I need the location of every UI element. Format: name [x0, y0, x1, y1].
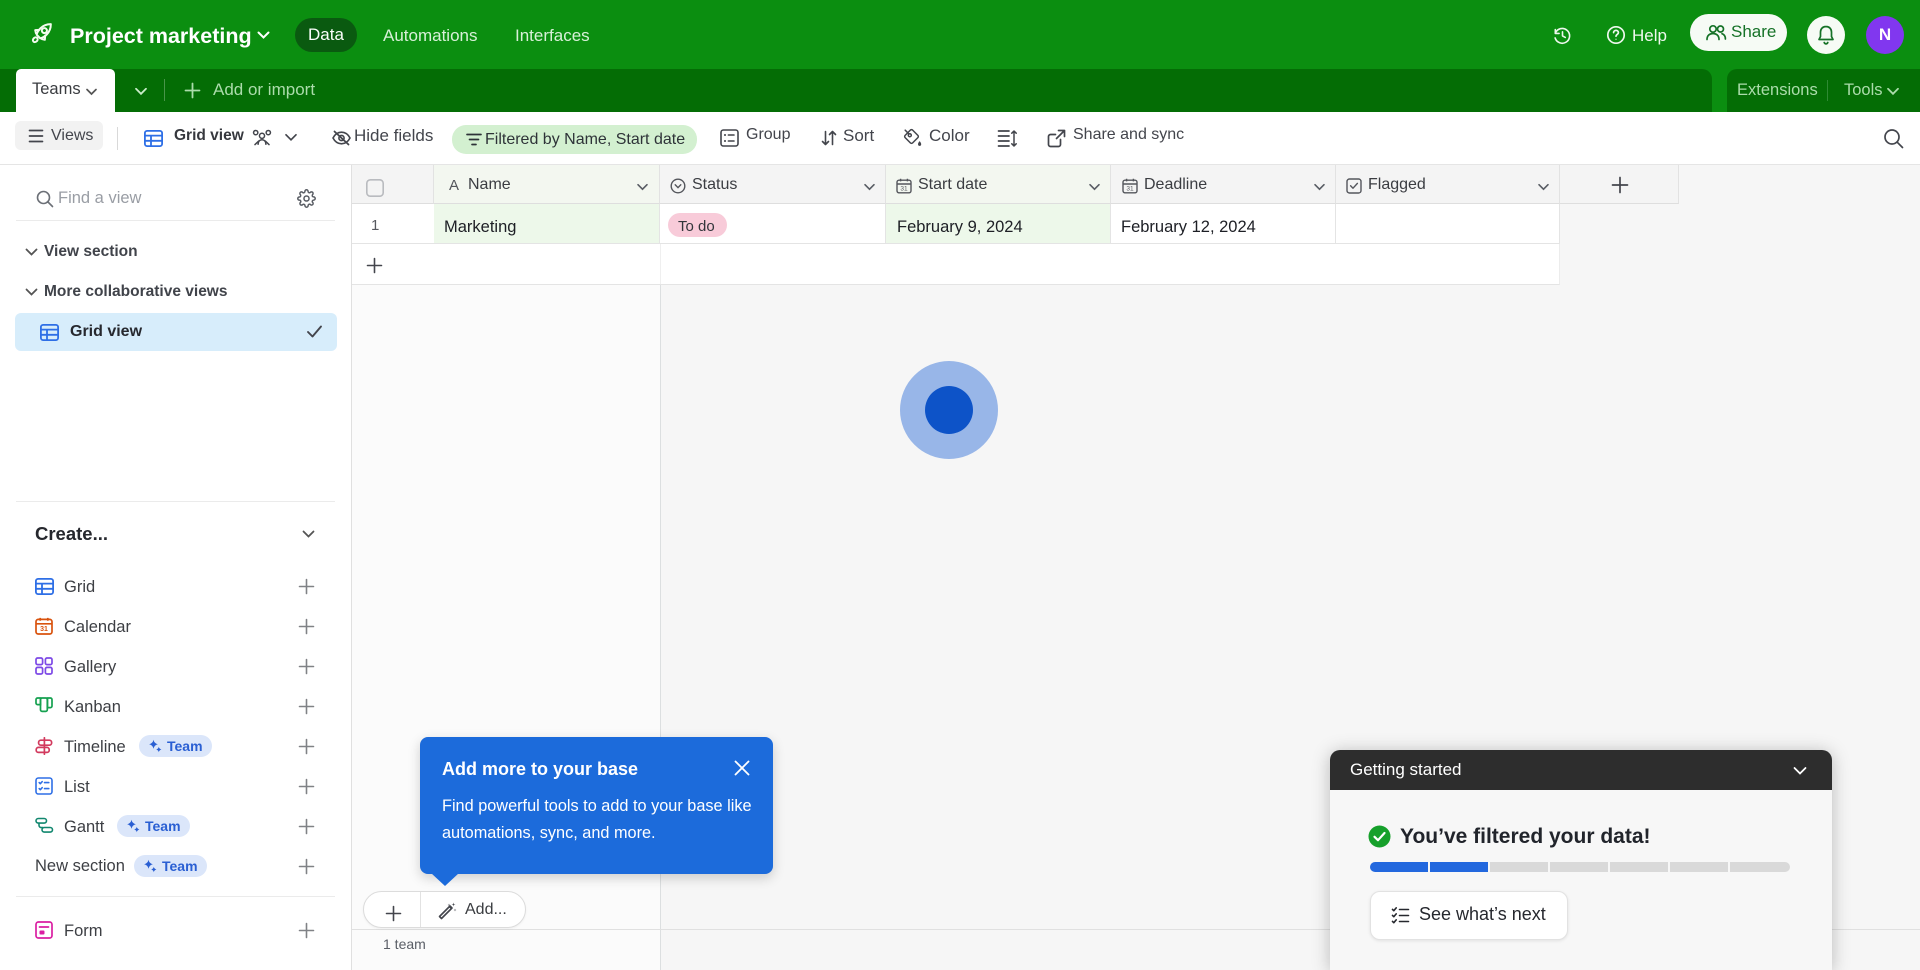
- svg-text:31: 31: [1126, 186, 1134, 193]
- svg-text:31: 31: [900, 186, 908, 193]
- svg-text:31: 31: [40, 626, 48, 633]
